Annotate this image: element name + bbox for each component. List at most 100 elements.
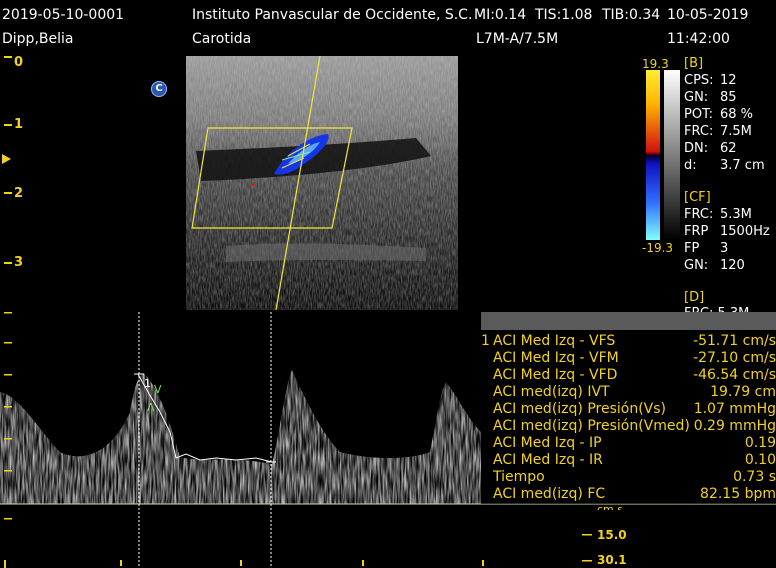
velocity-tick xyxy=(4,438,12,440)
measurement-label: ACI Med Izq - IR xyxy=(493,452,603,468)
focus-marker-icon xyxy=(2,154,11,164)
velocity-tick xyxy=(4,342,12,344)
measurement-value: 0.19 xyxy=(744,435,776,451)
measurement-label: ACI Med Izq - VFM xyxy=(493,350,619,366)
time-tick xyxy=(482,560,484,566)
measurement-row: ACI med(izq) FC 82.15 bpm xyxy=(481,486,776,503)
cf-section-label: [CF] xyxy=(684,190,711,205)
b-section-label: [B] xyxy=(684,56,704,71)
measurement-row: ACI med(izq) Presión(Vs) 1.07 mmHg xyxy=(481,401,776,418)
param-label: GN: xyxy=(684,90,709,105)
measurement-label: ACI med(izq) Presión(Vmed) xyxy=(493,418,690,434)
d-section-label: [D] xyxy=(684,290,705,305)
depth-tick xyxy=(4,124,12,126)
param-value: 120 xyxy=(720,258,745,273)
depth-tick xyxy=(4,56,12,58)
velocity-tick xyxy=(4,406,12,408)
velocity-tick xyxy=(4,374,12,376)
measurement-label: ACI med(izq) IVT xyxy=(493,384,610,400)
param-value: 1500Hz xyxy=(720,224,770,239)
depth-label-1: 1 xyxy=(14,117,24,132)
depth-label-3: 3 xyxy=(14,255,24,270)
time-tick xyxy=(4,560,6,568)
bmode-image xyxy=(186,56,458,310)
measurement-row: ACI Med Izq - VFM -27.10 cm/s xyxy=(481,350,776,367)
vfs-marker: V xyxy=(154,383,162,396)
param-label: POT: xyxy=(684,107,713,122)
measurements-header xyxy=(481,312,776,330)
param-label: FP xyxy=(684,241,700,256)
depth-tick xyxy=(4,192,12,194)
measurement-label: Tiempo xyxy=(493,469,545,485)
measurements-panel: 1 ACI Med Izq - VFS -51.71 cm/s ACI Med … xyxy=(481,312,776,504)
measurement-row: ACI med(izq) IVT 19.79 cm xyxy=(481,384,776,401)
param-value: 3 xyxy=(720,241,729,256)
exam-time: 11:42:00 xyxy=(667,31,730,47)
velocity-unit-partial: cm.s xyxy=(597,503,623,510)
velocity-scale-bottom: 30.1 xyxy=(597,553,627,567)
param-value: 62 xyxy=(720,141,737,156)
measurement-value: -51.71 cm/s xyxy=(693,333,776,349)
measurement-label: ACI Med Izq - IP xyxy=(493,435,602,451)
depth-label-0: 0 xyxy=(14,55,24,70)
measurement-value: 0.10 xyxy=(744,452,776,468)
measurement-value: -46.54 cm/s xyxy=(693,367,776,383)
depth-label-2: 2 xyxy=(14,186,24,201)
param-label: DN: xyxy=(684,141,709,156)
measurement-number: 1 xyxy=(481,333,490,349)
param-value: 3.7 cm xyxy=(720,158,765,173)
param-value: 7.5M xyxy=(720,124,752,139)
color-flow-red xyxy=(252,184,255,186)
velocity-tick xyxy=(4,518,12,520)
velocity-scale-mid: 15.0 xyxy=(597,528,627,542)
time-tick xyxy=(362,560,364,566)
measurement-value: 82.15 bpm xyxy=(700,486,776,502)
measurement-label: ACI med(izq) FC xyxy=(493,486,606,502)
color-velocity-bar xyxy=(646,70,660,240)
time-tick xyxy=(120,560,122,566)
measurement-label: ACI Med Izq - VFS xyxy=(493,333,616,349)
measurement-value: 1.07 mmHg xyxy=(693,401,776,417)
color-mode-badge: C xyxy=(151,81,167,97)
velocity-tick xyxy=(4,470,12,472)
param-label: CPS: xyxy=(684,73,714,88)
measurement-label: ACI med(izq) Presión(Vs) xyxy=(493,401,666,417)
measurement-row: Tiempo 0.73 s xyxy=(481,469,776,486)
probe-info: L7M-A/7.5M xyxy=(476,31,559,47)
exam-date: 10-05-2019 xyxy=(667,7,749,23)
measurement-value: 0.29 mmHg xyxy=(693,418,776,434)
measurement-row: ACI Med Izq - IP 0.19 xyxy=(481,435,776,452)
measurement-row: ACI med(izq) Presión(Vmed) 0.29 mmHg xyxy=(481,418,776,435)
param-label: d: xyxy=(684,158,697,173)
param-value: 68 % xyxy=(720,107,754,122)
gray-map-bar xyxy=(664,70,680,240)
mi-index: MI:0.14 xyxy=(474,7,527,23)
velocity-tick xyxy=(582,560,592,562)
vfd-marker: Λ xyxy=(147,401,155,414)
measurement-row: ACI Med Izq - VFD -46.54 cm/s xyxy=(481,367,776,384)
velocity-tick xyxy=(4,312,12,314)
measurement-value: 19.79 cm xyxy=(710,384,776,400)
institution-name: Instituto Panvascular de Occidente, S.C. xyxy=(192,7,473,23)
velocity-tick xyxy=(582,534,592,536)
tis-index: TIS:1.08 xyxy=(535,7,593,23)
measurement-value: 0.73 s xyxy=(733,469,776,485)
peak-marker: 1 xyxy=(144,377,151,390)
time-tick xyxy=(240,560,242,566)
depth-tick xyxy=(4,262,12,264)
measurement-value: -27.10 cm/s xyxy=(693,350,776,366)
color-scale-min: -19.3 xyxy=(642,241,674,255)
param-value: 12 xyxy=(720,73,737,88)
spectral-waveform xyxy=(0,370,481,504)
exam-type: Carotida xyxy=(192,31,252,47)
param-label: FRP xyxy=(684,224,709,239)
param-label: GN: xyxy=(684,258,709,273)
param-value: 85 xyxy=(720,90,737,105)
tissue-speckle xyxy=(186,56,458,310)
measurement-row: 1 ACI Med Izq - VFS -51.71 cm/s xyxy=(481,333,776,350)
measurement-row: ACI Med Izq - IR 0.10 xyxy=(481,452,776,469)
param-label: FRC: xyxy=(684,124,714,139)
tib-index: TIB:0.34 xyxy=(602,7,661,23)
measurement-label: ACI Med Izq - VFD xyxy=(493,367,618,383)
param-label: FRC: xyxy=(684,207,714,222)
